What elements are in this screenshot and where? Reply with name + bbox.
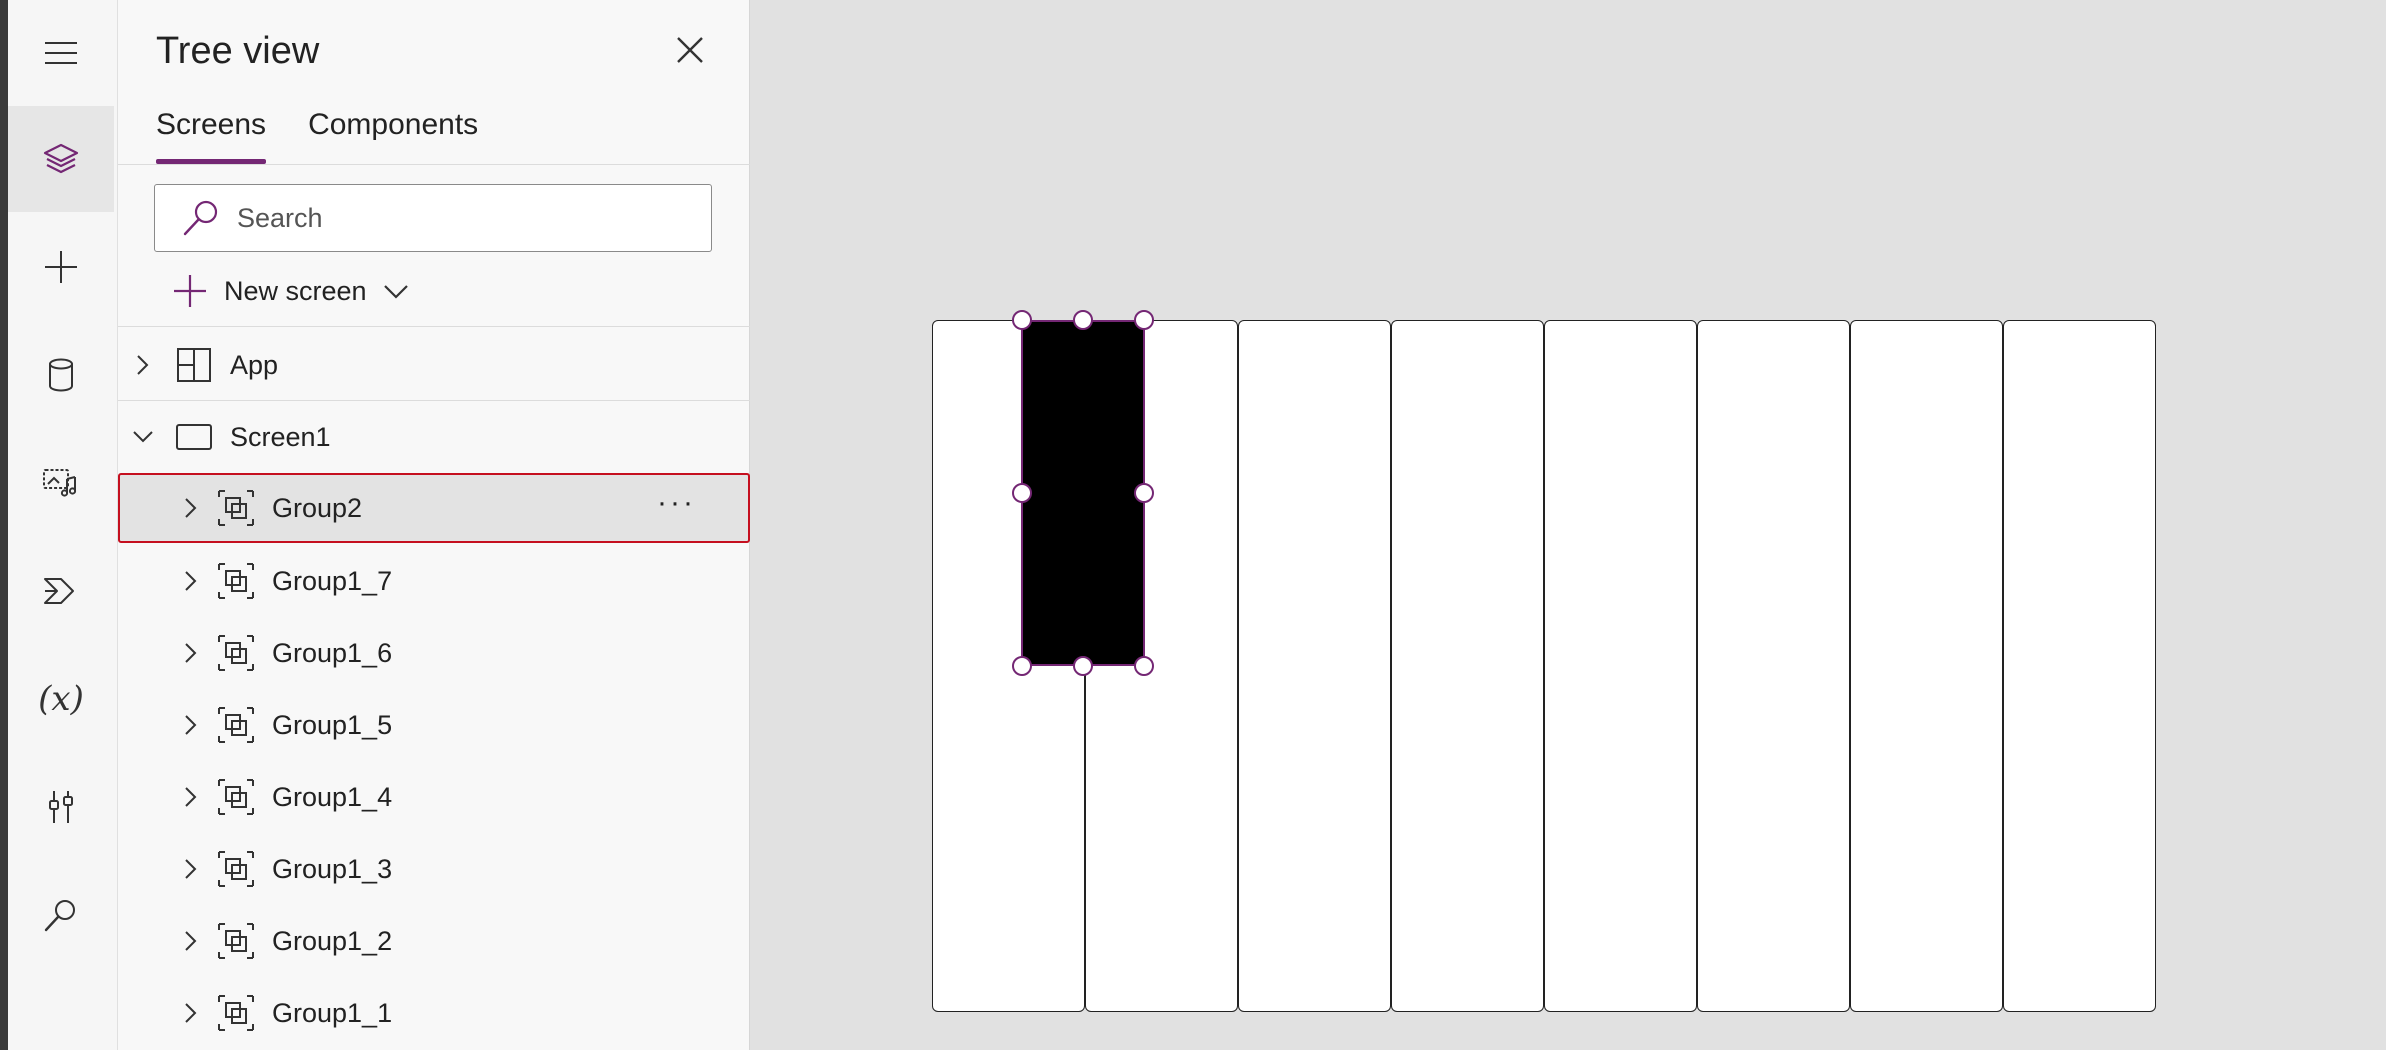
tree-item-label: Group1_3 [272,853,393,884]
tree-item-label: Group1_5 [272,709,393,740]
tabs-divider [118,164,750,165]
group-icon [218,995,254,1031]
white-key[interactable] [1697,320,1850,1012]
tree-view-layers-icon [43,143,79,174]
app-icon [177,348,211,382]
power-automate-icon [44,578,74,604]
chevron-right-icon [185,1003,197,1023]
resize-handle[interactable] [1073,656,1093,676]
chevron-right-icon [137,355,149,375]
group-icon [218,707,254,743]
group-icon [218,851,254,887]
new-screen-button[interactable]: New screen [170,268,411,314]
power-automate-button[interactable] [8,538,114,644]
chevron-right-icon [185,571,197,591]
tree-item-label: App [230,349,279,380]
tree-item-group1-3[interactable]: Group1_3 [118,834,750,904]
search-box[interactable] [154,184,712,252]
chevron-down-icon [133,431,153,443]
divider [118,326,750,327]
white-key[interactable] [1238,320,1391,1012]
advanced-tools-icon [49,791,73,823]
tree-item-label: Group2 [272,492,363,523]
search-icon [44,900,75,932]
media-icon [43,469,77,497]
tree-item-label: Screen1 [230,421,331,452]
tree-item-label: Group1_4 [272,781,393,812]
tree-item-label: Group1_1 [272,997,393,1028]
chevron-right-icon [185,787,197,807]
tree-item-label: Group1_7 [272,565,393,596]
tree-item-group1-7[interactable]: Group1_7 [118,546,750,616]
more-options-icon[interactable]: ··· [657,488,696,518]
media-button[interactable] [8,430,114,536]
new-screen-label: New screen [224,275,367,306]
tab-strip: Screens Components [156,108,478,164]
chevron-right-icon [185,643,197,663]
group-icon [218,779,254,815]
search-input[interactable] [237,202,657,234]
resize-handle[interactable] [1012,483,1032,503]
black-key-selected[interactable] [1021,320,1145,666]
resize-handle[interactable] [1012,310,1032,330]
insert-plus-icon [45,251,77,283]
white-key[interactable] [1544,320,1697,1012]
group-icon [218,923,254,959]
tree-item-label: Group1_6 [272,637,393,668]
hamburger-menu-icon [45,42,77,64]
tree-item-group1-6[interactable]: Group1_6 [118,618,750,688]
chevron-right-icon [185,931,197,951]
tree-item-label: Group1_2 [272,925,393,956]
data-button[interactable] [8,322,114,428]
panel-title: Tree view [156,30,320,72]
tree-item-group2[interactable]: Group2 ··· [118,473,750,543]
data-cylinder-icon [49,358,73,392]
tree-view-panel: Tree view Screens Components New screen [118,0,750,1050]
power-apps-studio: (x) Tree view Screens Components Search … [0,0,2386,1050]
white-key[interactable] [2003,320,2156,1012]
tree-view-button[interactable] [8,106,114,212]
search-button[interactable] [8,862,114,968]
insert-button[interactable] [8,214,114,320]
variables-icon: (x) [38,679,84,719]
divider [118,400,750,401]
resize-handle[interactable] [1134,656,1154,676]
variables-button[interactable]: (x) [8,646,114,752]
resize-handle[interactable] [1073,310,1093,330]
plus-icon [174,275,206,307]
white-key[interactable] [1850,320,2003,1012]
chevron-right-icon [185,859,197,879]
advanced-tools-button[interactable] [8,754,114,860]
tree-item-group1-5[interactable]: Group1_5 [118,690,750,760]
search-icon [183,200,218,236]
screen-icon [176,424,212,450]
tree-item-group1-2[interactable]: Group1_2 [118,906,750,976]
group-icon [218,490,254,526]
tab-screens[interactable]: Screens [156,108,267,164]
window-edge [0,0,8,1050]
resize-handle[interactable] [1134,483,1154,503]
chevron-right-icon [185,498,197,518]
close-icon[interactable] [670,30,710,70]
resize-handle[interactable] [1012,656,1032,676]
chevron-down-icon [383,285,408,299]
hamburger-menu-button[interactable] [8,0,114,106]
tree-item-group1-1[interactable]: Group1_1 [118,978,750,1048]
tree-item-screen1[interactable]: Screen1 [118,402,750,472]
group-icon [218,563,254,599]
resize-handle[interactable] [1134,310,1154,330]
tree-item-app[interactable]: App [118,330,750,400]
group-icon [218,635,254,671]
tree-item-group1-4[interactable]: Group1_4 [118,762,750,832]
chevron-right-icon [185,715,197,735]
tab-components[interactable]: Components [308,108,478,164]
left-rail: (x) [8,0,118,1050]
white-key[interactable] [1391,320,1544,1012]
